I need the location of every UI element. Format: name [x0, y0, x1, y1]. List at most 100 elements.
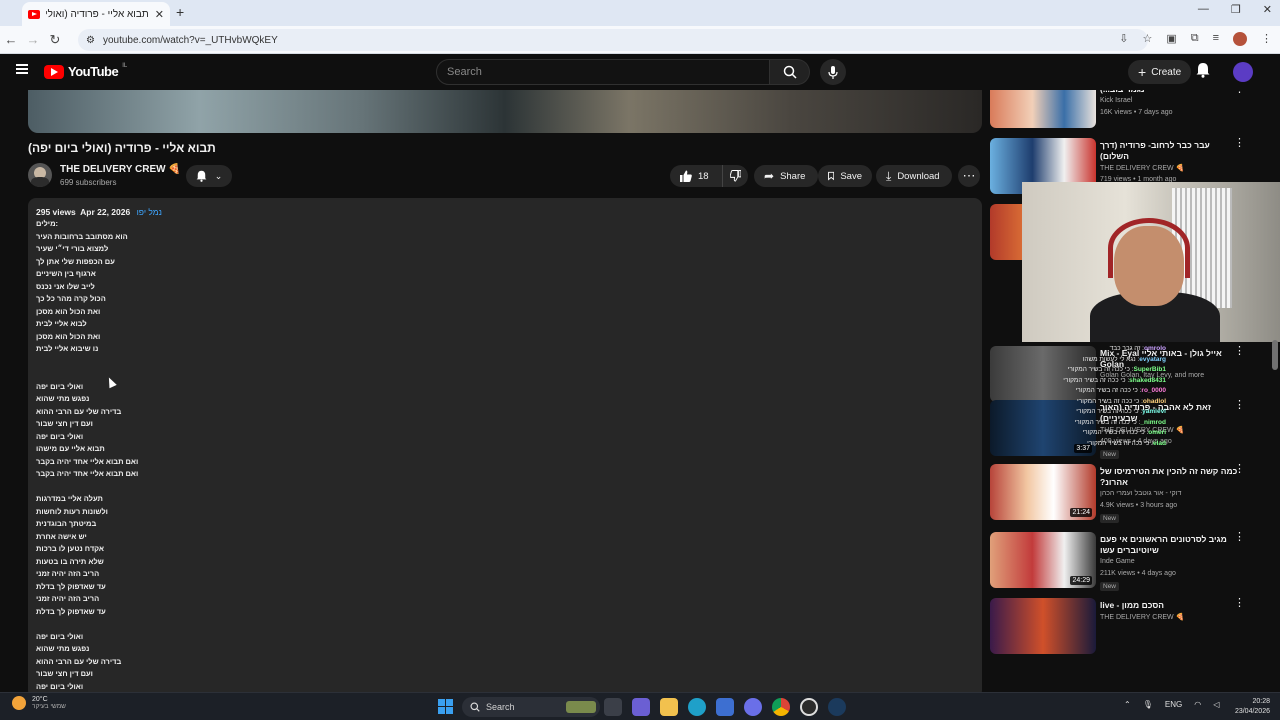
- recommended-title[interactable]: מגיב לסרטונים הראשונים אי פעם שיוטיוברים…: [1100, 534, 1240, 556]
- recommended-title[interactable]: עבר כבר לרחוב- פרודיה (דרך השלום): [1100, 140, 1240, 162]
- recommended-channel[interactable]: Inde Game: [1100, 558, 1135, 565]
- youtube-logo[interactable]: YouTube IL: [44, 62, 128, 79]
- tray-mic-icon[interactable]: 🎙: [1143, 700, 1153, 709]
- recommended-channel[interactable]: Kick Israel: [1100, 97, 1132, 104]
- close-tab-icon[interactable]: ✕: [155, 8, 164, 21]
- minimize-icon[interactable]: —: [1198, 3, 1209, 16]
- download-button[interactable]: ⤓ Download: [876, 165, 952, 187]
- recommended-video[interactable]: 24:29 מגיב לסרטונים הראשונים אי פעם שיוטי…: [990, 532, 1280, 592]
- video-menu-icon[interactable]: ⋮: [1234, 400, 1245, 411]
- create-button[interactable]: + Create: [1128, 60, 1192, 84]
- edge-icon[interactable]: [688, 698, 706, 716]
- chat-text: : כי ככה זה בשיר המקורי: [1077, 397, 1143, 405]
- recommended-title[interactable]: הסכם ממון - live: [1100, 600, 1240, 611]
- close-window-icon[interactable]: ✕: [1263, 3, 1272, 16]
- video-thumbnail[interactable]: 24:29: [990, 532, 1096, 588]
- wifi-icon[interactable]: ◠: [1194, 700, 1201, 709]
- tray-chevron-icon[interactable]: ⌃: [1124, 700, 1131, 709]
- url-text: youtube.com/watch?v=_UTHvbWQkEY: [102, 34, 278, 46]
- teams-icon[interactable]: [632, 698, 650, 716]
- video-menu-icon[interactable]: ⋮: [1234, 532, 1245, 543]
- description-box[interactable]: 295 views Apr 22, 2026 נמל יפו מילים: הוא…: [28, 198, 982, 698]
- save-button[interactable]: Save: [818, 165, 872, 187]
- chat-message: ohadlol: כי ככה זה בשיר המקורי: [1046, 397, 1166, 408]
- lyric-line: ועם דין חצי שבור: [36, 669, 93, 678]
- maximize-icon[interactable]: ❐: [1231, 3, 1241, 16]
- bookmark-star-icon[interactable]: ☆: [1142, 32, 1152, 46]
- more-actions-button[interactable]: ⋯: [958, 165, 980, 187]
- lyric-line: ואולי ביום יפה: [36, 431, 84, 441]
- forward-icon[interactable]: →: [22, 32, 44, 47]
- chat-username: omrolo: [1143, 345, 1166, 352]
- extension-icon[interactable]: ▣: [1166, 32, 1176, 46]
- obs-icon[interactable]: [800, 698, 818, 716]
- subscription-bell-button[interactable]: ⌄: [186, 165, 232, 187]
- user-avatar[interactable]: [1233, 62, 1253, 82]
- new-badge: New: [1100, 514, 1120, 523]
- lyric-line: תעלה אליי במדרגות: [36, 494, 103, 503]
- browser-menu-icon[interactable]: ⋮: [1261, 32, 1272, 46]
- recommended-title[interactable]: נגמר בוב...): [1100, 90, 1240, 95]
- video-menu-icon[interactable]: ⋮: [1234, 346, 1245, 357]
- video-thumbnail[interactable]: [990, 598, 1096, 654]
- youtube-header: YouTube IL + Create: [0, 54, 1280, 90]
- recommended-channel[interactable]: דוקי - אור גוטבל ועמרי הכהן: [1100, 490, 1181, 497]
- windows-start-icon[interactable]: [438, 699, 453, 714]
- task-view-icon[interactable]: [604, 698, 622, 716]
- extensions-puzzle-icon[interactable]: ⧉: [1191, 32, 1199, 46]
- video-thumbnail[interactable]: [990, 90, 1096, 128]
- recommended-channel[interactable]: THE DELIVERY CREW 🍕: [1100, 164, 1184, 172]
- dislike-button[interactable]: [722, 165, 748, 187]
- language-indicator[interactable]: ENG: [1165, 700, 1182, 709]
- share-button[interactable]: ➦ Share: [754, 165, 818, 187]
- recommended-title[interactable]: כמה קשה זה להכין את הטירמיסו של אהרונ?: [1100, 466, 1240, 488]
- back-icon[interactable]: ←: [0, 32, 22, 47]
- browser-tab[interactable]: תבוא אליי - פרודיה (ואולי ביום יפה) ✕: [22, 2, 170, 26]
- video-menu-icon[interactable]: ⋮: [1234, 598, 1245, 609]
- steam-icon[interactable]: [828, 698, 846, 716]
- recommended-video[interactable]: נגמר בוב...) Kick Israel 16K views • 7 day…: [990, 90, 1280, 144]
- location-tag[interactable]: נמל יפו: [137, 207, 162, 217]
- menu-hamburger-icon[interactable]: [16, 64, 28, 74]
- file-explorer-icon[interactable]: [660, 698, 678, 716]
- url-field[interactable]: ⚙ youtube.com/watch?v=_UTHvbWQkEY: [78, 29, 1148, 51]
- lyric-line: עד שאדפוק לך בדלת: [36, 581, 106, 591]
- video-player[interactable]: [28, 90, 982, 133]
- recommended-channel[interactable]: THE DELIVERY CREW 🍕: [1100, 613, 1184, 621]
- taskbar-search-label: Search: [486, 702, 515, 712]
- country-code: IL: [122, 62, 128, 69]
- lyric-line: בדירה שלי עם הרבי ההוא: [36, 406, 122, 416]
- install-app-icon[interactable]: ⇩: [1119, 32, 1128, 46]
- video-thumbnail[interactable]: 21:24: [990, 464, 1096, 520]
- video-menu-icon[interactable]: ⋮: [1234, 90, 1245, 95]
- taskbar-search[interactable]: Search: [462, 697, 600, 717]
- voice-search-button[interactable]: [820, 59, 846, 85]
- store-icon[interactable]: [716, 698, 734, 716]
- notifications-button[interactable]: [1196, 62, 1210, 83]
- channel-name[interactable]: THE DELIVERY CREW 🍕: [60, 164, 181, 175]
- recommended-video[interactable]: הסכם ממון - live THE DELIVERY CREW 🍕 ⋮: [990, 598, 1280, 658]
- discord-icon[interactable]: [744, 698, 762, 716]
- search-input[interactable]: [436, 59, 770, 85]
- chrome-icon[interactable]: [772, 698, 790, 716]
- video-menu-icon[interactable]: ⋮: [1234, 138, 1245, 149]
- sidebar-scrollbar[interactable]: [1272, 340, 1278, 370]
- new-tab-icon[interactable]: +: [176, 4, 184, 20]
- taskbar-clock[interactable]: 20:28 23/04/2026: [1222, 697, 1270, 717]
- profile-avatar[interactable]: [1233, 32, 1247, 46]
- lyric-line: [36, 357, 336, 370]
- reading-list-icon[interactable]: ≡: [1213, 32, 1219, 46]
- reload-icon[interactable]: ↻: [44, 32, 66, 48]
- lyric-line: ואם תבוא אליי אחד יהיה בקבר: [36, 469, 139, 478]
- search-button[interactable]: [770, 59, 810, 85]
- weather-widget[interactable]: 20°C שמשי בעיקר: [12, 696, 66, 710]
- volume-icon[interactable]: ◁: [1213, 700, 1219, 709]
- site-info-icon[interactable]: ⚙: [86, 35, 95, 46]
- channel-avatar[interactable]: [28, 163, 52, 187]
- recommended-video[interactable]: 21:24 כמה קשה זה להכין את הטירמיסו של אהר…: [990, 464, 1280, 524]
- like-button[interactable]: 18: [670, 165, 722, 187]
- video-menu-icon[interactable]: ⋮: [1234, 464, 1245, 475]
- chat-username: SuperBib1: [1133, 366, 1166, 373]
- lyric-line: לבוא אליי לבית: [36, 319, 87, 328]
- description-meta: 295 views Apr 22, 2026 נמל יפו: [36, 207, 162, 217]
